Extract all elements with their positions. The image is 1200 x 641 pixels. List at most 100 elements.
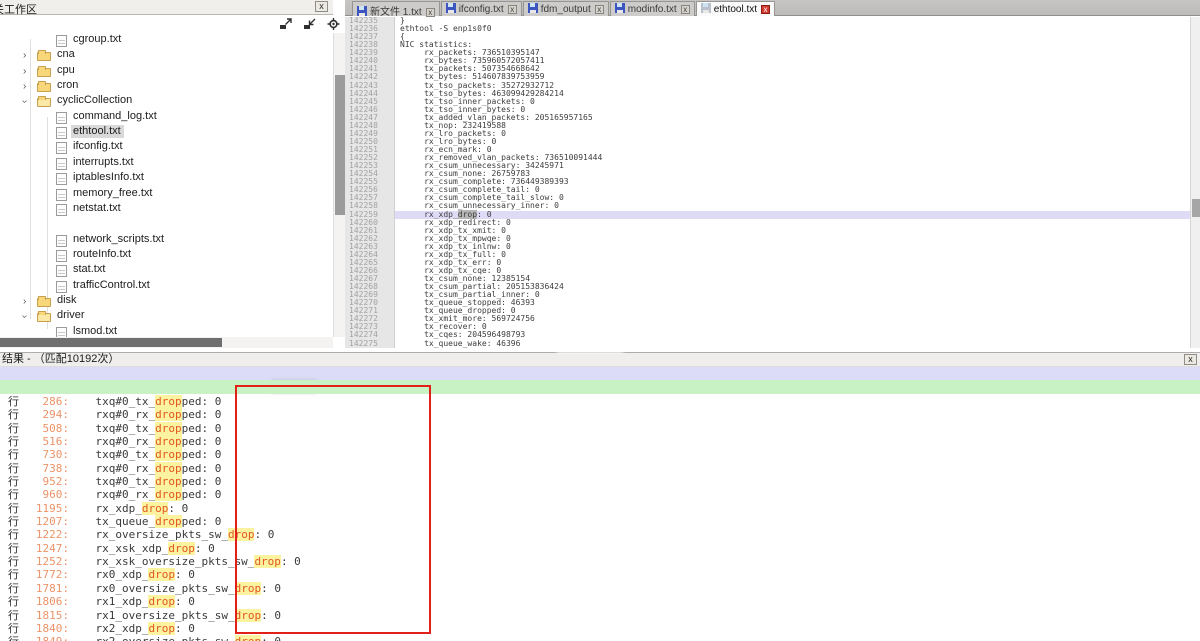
chevron-down-icon[interactable]: ›: [19, 315, 30, 318]
search-match-highlight: drop: [155, 408, 182, 421]
tab-modinfo-txt[interactable]: modinfo.txtx: [610, 1, 695, 16]
tree-item-lsmod-txt[interactable]: lsmod.txt: [0, 325, 333, 337]
result-text: txq#0_tx_dropped: 0: [69, 422, 221, 435]
search-match-highlight: drop: [155, 488, 182, 501]
result-line-number: 730:: [19, 448, 69, 461]
result-line-number: 1815:: [19, 609, 69, 622]
tree-vscroll-thumb[interactable]: [335, 75, 345, 215]
line-text: ethtool -S enp1s0f0: [395, 25, 1190, 33]
tree-item-cycliccollection[interactable]: ›cyclicCollection: [0, 94, 333, 109]
save-file-icon: [357, 6, 367, 16]
tree-item-label: netstat.txt: [71, 202, 124, 215]
editor-vscroll-thumb[interactable]: [1192, 199, 1200, 217]
tree-item-network_scripts-txt[interactable]: network_scripts.txt: [0, 233, 333, 248]
result-row-line-960[interactable]: 行960: rxq#0_rx_dropped: 0: [0, 488, 1200, 501]
tree-item-label: routeInfo.txt: [71, 248, 134, 261]
tree-item-disk[interactable]: ›disk: [0, 294, 333, 309]
result-row-line-1806[interactable]: 行1806: rx1_xdp_drop: 0: [0, 595, 1200, 608]
chevron-down-icon[interactable]: ›: [19, 100, 30, 103]
result-text: rx_xsk_xdp_drop: 0: [69, 542, 215, 555]
tree-item-stat-txt[interactable]: stat.txt: [0, 263, 333, 278]
result-text: txq#0_tx_dropped: 0: [69, 395, 221, 408]
tree-item-routeinfo-txt[interactable]: routeInfo.txt: [0, 248, 333, 263]
tree-item-command_log-txt[interactable]: command_log.txt: [0, 110, 333, 125]
tree-item-driver[interactable]: ›driver: [0, 309, 333, 324]
folder-icon: [37, 313, 51, 322]
line-text: rx_xdp_tx_xmit: 0: [395, 227, 1190, 235]
close-tab-icon[interactable]: x: [681, 5, 690, 14]
result-row-line-738[interactable]: 行738: rxq#0_rx_dropped: 0: [0, 462, 1200, 475]
tree-item-memory_free-txt[interactable]: memory_free.txt: [0, 187, 333, 202]
line-text: rx_lro_bytes: 0: [395, 138, 1190, 146]
folder-icon: [37, 68, 51, 77]
redaction-blur: [556, 325, 624, 353]
line-text: rx_xdp_drop: 0: [395, 211, 1190, 219]
tree-spacer: [0, 217, 333, 232]
result-row-line-1840[interactable]: 行1840: rx2_xdp_drop: 0: [0, 622, 1200, 635]
result-row-line-1252[interactable]: 行1252: rx_xsk_oversize_pkts_sw_drop: 0: [0, 555, 1200, 568]
tree-item-netstat-txt[interactable]: netstat.txt: [0, 202, 333, 217]
tree-item-ethtool-txt[interactable]: ethtool.txt: [0, 125, 333, 140]
result-row-line-1222[interactable]: 行1222: rx_oversize_pkts_sw_drop: 0: [0, 528, 1200, 541]
result-row-line-1195[interactable]: 行1195: rx_xdp_drop: 0: [0, 502, 1200, 515]
save-file-icon: [528, 3, 538, 13]
tree-vertical-scrollbar[interactable]: [333, 33, 345, 337]
tree-hscroll-thumb[interactable]: [0, 338, 222, 347]
tree-item-interrupts-txt[interactable]: interrupts.txt: [0, 156, 333, 171]
tree-horizontal-scrollbar[interactable]: [0, 337, 333, 348]
tree-item-ifconfig-txt[interactable]: ifconfig.txt: [0, 140, 333, 155]
search-match-highlight: drop: [235, 582, 262, 595]
file-icon: [56, 127, 67, 139]
editor-content[interactable]: 142235}142236ethtool -S enp1s0f0142237{1…: [345, 17, 1190, 348]
result-row-line-1781[interactable]: 行1781: rx0_oversize_pkts_sw_drop: 0: [0, 582, 1200, 595]
result-line-number: 1840:: [19, 622, 69, 635]
file-icon: [56, 250, 67, 262]
chevron-right-icon[interactable]: ›: [23, 296, 26, 307]
chevron-right-icon[interactable]: ›: [23, 81, 26, 92]
tab-ethtool-txt[interactable]: ethtool.txtx: [696, 1, 775, 16]
result-row-line-1849[interactable]: 行1849: rx2_oversize_pkts_sw_drop: 0: [0, 635, 1200, 641]
result-text: txq#0_tx_dropped: 0: [69, 475, 221, 488]
result-row-line-1815[interactable]: 行1815: rx1_oversize_pkts_sw_drop: 0: [0, 609, 1200, 622]
result-row-line-1247[interactable]: 行1247: rx_xsk_xdp_drop: 0: [0, 542, 1200, 555]
tree-item-label: cpu: [55, 64, 78, 77]
close-tab-icon[interactable]: x: [761, 5, 770, 14]
close-tab-icon[interactable]: x: [595, 5, 604, 14]
chevron-right-icon[interactable]: ›: [23, 50, 26, 61]
row-line-label: 行: [0, 569, 19, 582]
result-row-line-1772[interactable]: 行1772: rx0_xdp_drop: 0: [0, 568, 1200, 581]
editor-vertical-scrollbar[interactable]: [1190, 17, 1200, 348]
result-row-line-508[interactable]: 行508: txq#0_tx_dropped: 0: [0, 422, 1200, 435]
result-row-line-286[interactable]: 行286: txq#0_tx_dropped: 0: [0, 395, 1200, 408]
tree-item-cna[interactable]: ›cna: [0, 48, 333, 63]
result-row-line-730[interactable]: 行730: txq#0_tx_dropped: 0: [0, 448, 1200, 461]
chevron-right-icon[interactable]: ›: [23, 66, 26, 77]
collapse-all-icon[interactable]: [302, 17, 317, 31]
results-header-text: 结果 - （匹配10192次）: [2, 353, 119, 365]
close-tab-icon[interactable]: x: [426, 8, 435, 17]
expand-all-icon[interactable]: [278, 17, 293, 31]
file-icon: [56, 281, 67, 293]
tree-item-cron[interactable]: ›cron: [0, 79, 333, 94]
tree-item-trafficcontrol-txt[interactable]: trafficControl.txt: [0, 279, 333, 294]
locate-file-icon[interactable]: [326, 17, 341, 31]
close-icon[interactable]: x: [1184, 354, 1197, 365]
tab--1-txt[interactable]: 新文件 1.txtx: [352, 1, 440, 16]
result-row-line-516[interactable]: 行516: rxq#0_rx_dropped: 0: [0, 435, 1200, 448]
close-tab-icon[interactable]: x: [508, 5, 517, 14]
close-icon[interactable]: x: [315, 1, 328, 12]
search-match-highlight: drop: [168, 542, 195, 555]
tree-item-cgroup-txt[interactable]: cgroup.txt: [0, 33, 333, 48]
result-row-line-952[interactable]: 行952: txq#0_tx_dropped: 0: [0, 475, 1200, 488]
result-row-line-1207[interactable]: 行1207: tx_queue_dropped: 0: [0, 515, 1200, 528]
search-summary-line: 索 "drop" （1个文件中匹配到10192次，总计次）: [0, 367, 1200, 380]
tree-item-iptablesinfo-txt[interactable]: iptablesInfo.txt: [0, 171, 333, 186]
result-row-line-294[interactable]: 行294: rxq#0_rx_dropped: 0: [0, 408, 1200, 421]
tab-fdm_output[interactable]: fdm_outputx: [523, 1, 609, 16]
editor-line: 142236ethtool -S enp1s0f0: [345, 25, 1190, 33]
result-text: rx2_xdp_drop: 0: [69, 622, 195, 635]
result-file-path[interactable]: E:\日志\armod0523.odata.ncmp.unicom.locar(…: [0, 380, 1200, 394]
search-match-highlight: drop: [142, 502, 169, 515]
tab-ifconfig-txt[interactable]: ifconfig.txtx: [441, 1, 522, 16]
tree-item-cpu[interactable]: › cpu: [0, 64, 333, 79]
